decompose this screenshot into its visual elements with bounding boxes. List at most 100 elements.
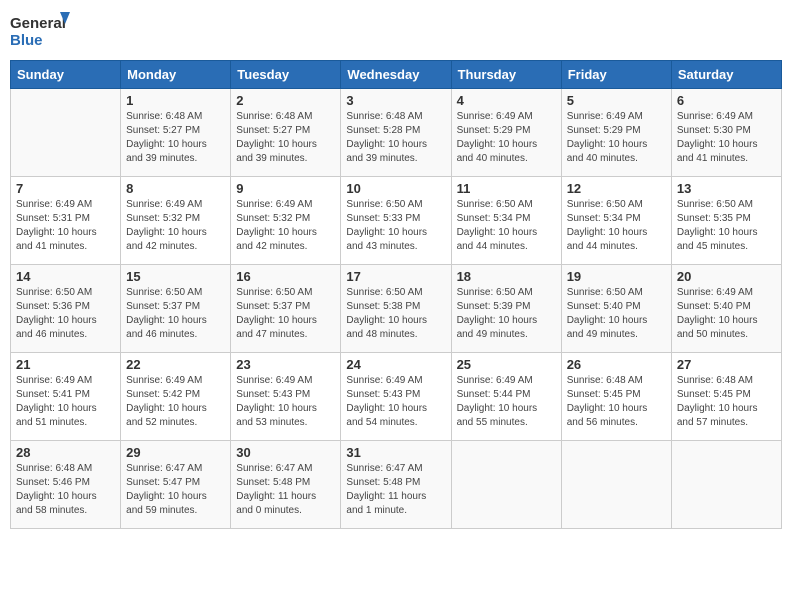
day-info: Sunrise: 6:50 AM Sunset: 5:39 PM Dayligh… [457, 286, 556, 342]
day-number: 1 [126, 93, 225, 108]
day-number: 25 [457, 357, 556, 372]
day-cell: 13 Sunrise: 6:50 AM Sunset: 5:35 PM Dayli… [671, 177, 781, 265]
day-info: Sunrise: 6:49 AM Sunset: 5:43 PM Dayligh… [236, 374, 335, 430]
day-number: 27 [677, 357, 776, 372]
week-row-4: 21Sunrise: 6:49 AM Sunset: 5:41 PM Dayli… [11, 353, 782, 441]
day-cell: 25 Sunrise: 6:49 AM Sunset: 5:44 PM Dayli… [451, 353, 561, 441]
day-info: Sunrise: 6:50 AM Sunset: 5:34 PM Dayligh… [567, 198, 666, 254]
day-cell: 8 Sunrise: 6:49 AM Sunset: 5:32 PM Daylig… [121, 177, 231, 265]
calendar-header: SundayMondayTuesdayWednesdayThursdayFrid… [11, 61, 782, 89]
day-number: 18 [457, 269, 556, 284]
day-info: Sunrise: 6:49 AM Sunset: 5:44 PM Dayligh… [457, 374, 556, 430]
day-info: Sunrise: 6:47 AM Sunset: 5:48 PM Dayligh… [346, 462, 445, 518]
day-info: Sunrise: 6:47 AM Sunset: 5:47 PM Dayligh… [126, 462, 225, 518]
calendar-body: 1 Sunrise: 6:48 AM Sunset: 5:27 PM Daylig… [11, 89, 782, 529]
day-number: 7 [16, 181, 115, 196]
day-number: 26 [567, 357, 666, 372]
day-cell: 3Sunrise: 6:48 AM Sunset: 5:28 PM Daylig… [341, 89, 451, 177]
day-number: 19 [567, 269, 666, 284]
day-cell [671, 441, 781, 529]
day-info: Sunrise: 6:48 AM Sunset: 5:27 PM Dayligh… [236, 110, 335, 166]
day-info: Sunrise: 6:49 AM Sunset: 5:29 PM Dayligh… [567, 110, 666, 166]
day-info: Sunrise: 6:48 AM Sunset: 5:27 PM Dayligh… [126, 110, 225, 166]
day-number: 6 [677, 93, 776, 108]
day-cell: 7Sunrise: 6:49 AM Sunset: 5:31 PM Daylig… [11, 177, 121, 265]
day-info: Sunrise: 6:50 AM Sunset: 5:38 PM Dayligh… [346, 286, 445, 342]
day-info: Sunrise: 6:49 AM Sunset: 5:43 PM Dayligh… [346, 374, 445, 430]
day-number: 28 [16, 445, 115, 460]
day-info: Sunrise: 6:47 AM Sunset: 5:48 PM Dayligh… [236, 462, 335, 518]
day-cell: 30 Sunrise: 6:47 AM Sunset: 5:48 PM Dayli… [231, 441, 341, 529]
day-cell: 16 Sunrise: 6:50 AM Sunset: 5:37 PM Dayli… [231, 265, 341, 353]
day-number: 8 [126, 181, 225, 196]
day-cell: 11Sunrise: 6:50 AM Sunset: 5:34 PM Dayli… [451, 177, 561, 265]
week-row-3: 14 Sunrise: 6:50 AM Sunset: 5:36 PM Dayli… [11, 265, 782, 353]
day-info: Sunrise: 6:49 AM Sunset: 5:42 PM Dayligh… [126, 374, 225, 430]
day-number: 29 [126, 445, 225, 460]
day-info: Sunrise: 6:48 AM Sunset: 5:45 PM Dayligh… [677, 374, 776, 430]
day-info: Sunrise: 6:49 AM Sunset: 5:30 PM Dayligh… [677, 110, 776, 166]
day-info: Sunrise: 6:49 AM Sunset: 5:32 PM Dayligh… [126, 198, 225, 254]
week-row-2: 7Sunrise: 6:49 AM Sunset: 5:31 PM Daylig… [11, 177, 782, 265]
day-number: 5 [567, 93, 666, 108]
day-cell: 22Sunrise: 6:49 AM Sunset: 5:42 PM Dayli… [121, 353, 231, 441]
svg-text:Blue: Blue [10, 32, 43, 49]
logo-svg: GeneralBlue [10, 10, 70, 52]
day-cell [451, 441, 561, 529]
day-number: 4 [457, 93, 556, 108]
header-cell-monday: Monday [121, 61, 231, 89]
header-cell-thursday: Thursday [451, 61, 561, 89]
day-cell: 20 Sunrise: 6:49 AM Sunset: 5:40 PM Dayli… [671, 265, 781, 353]
header-cell-saturday: Saturday [671, 61, 781, 89]
header-cell-tuesday: Tuesday [231, 61, 341, 89]
day-number: 23 [236, 357, 335, 372]
day-info: Sunrise: 6:48 AM Sunset: 5:45 PM Dayligh… [567, 374, 666, 430]
day-cell: 27 Sunrise: 6:48 AM Sunset: 5:45 PM Dayli… [671, 353, 781, 441]
day-number: 24 [346, 357, 445, 372]
header-cell-friday: Friday [561, 61, 671, 89]
day-info: Sunrise: 6:49 AM Sunset: 5:40 PM Dayligh… [677, 286, 776, 342]
day-info: Sunrise: 6:50 AM Sunset: 5:33 PM Dayligh… [346, 198, 445, 254]
calendar-table: SundayMondayTuesdayWednesdayThursdayFrid… [10, 60, 782, 529]
page-header: GeneralBlue [10, 10, 782, 52]
day-cell: 14 Sunrise: 6:50 AM Sunset: 5:36 PM Dayli… [11, 265, 121, 353]
day-cell: 23 Sunrise: 6:49 AM Sunset: 5:43 PM Dayli… [231, 353, 341, 441]
day-number: 31 [346, 445, 445, 460]
day-number: 17 [346, 269, 445, 284]
day-cell: 10Sunrise: 6:50 AM Sunset: 5:33 PM Dayli… [341, 177, 451, 265]
day-number: 13 [677, 181, 776, 196]
day-info: Sunrise: 6:48 AM Sunset: 5:46 PM Dayligh… [16, 462, 115, 518]
day-info: Sunrise: 6:48 AM Sunset: 5:28 PM Dayligh… [346, 110, 445, 166]
header-cell-wednesday: Wednesday [341, 61, 451, 89]
day-cell: 6 Sunrise: 6:49 AM Sunset: 5:30 PM Daylig… [671, 89, 781, 177]
day-info: Sunrise: 6:49 AM Sunset: 5:41 PM Dayligh… [16, 374, 115, 430]
svg-text:General: General [10, 15, 66, 32]
day-info: Sunrise: 6:49 AM Sunset: 5:32 PM Dayligh… [236, 198, 335, 254]
day-cell: 29 Sunrise: 6:47 AM Sunset: 5:47 PM Dayli… [121, 441, 231, 529]
day-info: Sunrise: 6:50 AM Sunset: 5:37 PM Dayligh… [236, 286, 335, 342]
day-cell: 19 Sunrise: 6:50 AM Sunset: 5:40 PM Dayli… [561, 265, 671, 353]
day-cell: 17 Sunrise: 6:50 AM Sunset: 5:38 PM Dayli… [341, 265, 451, 353]
day-cell: 18 Sunrise: 6:50 AM Sunset: 5:39 PM Dayli… [451, 265, 561, 353]
day-cell: 9 Sunrise: 6:49 AM Sunset: 5:32 PM Daylig… [231, 177, 341, 265]
day-cell: 24 Sunrise: 6:49 AM Sunset: 5:43 PM Dayli… [341, 353, 451, 441]
day-cell: 1 Sunrise: 6:48 AM Sunset: 5:27 PM Daylig… [121, 89, 231, 177]
day-number: 9 [236, 181, 335, 196]
week-row-1: 1 Sunrise: 6:48 AM Sunset: 5:27 PM Daylig… [11, 89, 782, 177]
day-number: 11 [457, 181, 556, 196]
day-number: 14 [16, 269, 115, 284]
day-number: 20 [677, 269, 776, 284]
day-cell: 12 Sunrise: 6:50 AM Sunset: 5:34 PM Dayli… [561, 177, 671, 265]
day-cell [11, 89, 121, 177]
day-number: 30 [236, 445, 335, 460]
day-info: Sunrise: 6:50 AM Sunset: 5:40 PM Dayligh… [567, 286, 666, 342]
day-info: Sunrise: 6:50 AM Sunset: 5:36 PM Dayligh… [16, 286, 115, 342]
day-cell: 31 Sunrise: 6:47 AM Sunset: 5:48 PM Dayli… [341, 441, 451, 529]
day-cell: 5 Sunrise: 6:49 AM Sunset: 5:29 PM Daylig… [561, 89, 671, 177]
day-number: 16 [236, 269, 335, 284]
day-number: 12 [567, 181, 666, 196]
day-cell: 28 Sunrise: 6:48 AM Sunset: 5:46 PM Dayli… [11, 441, 121, 529]
day-info: Sunrise: 6:50 AM Sunset: 5:35 PM Dayligh… [677, 198, 776, 254]
day-number: 2 [236, 93, 335, 108]
week-row-5: 28 Sunrise: 6:48 AM Sunset: 5:46 PM Dayli… [11, 441, 782, 529]
